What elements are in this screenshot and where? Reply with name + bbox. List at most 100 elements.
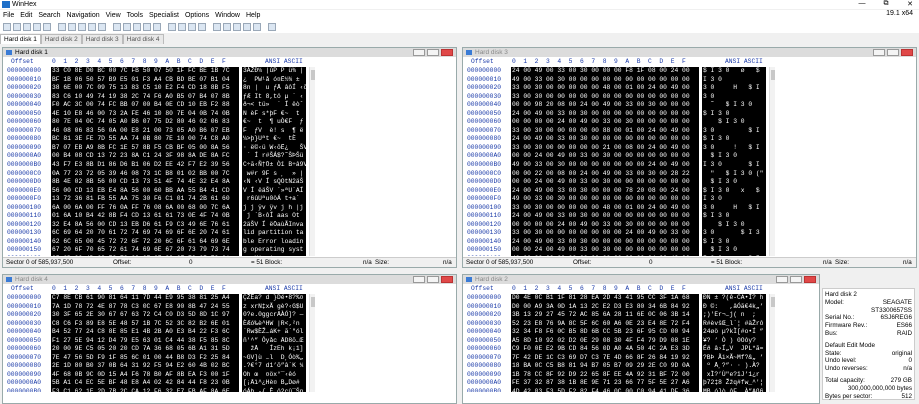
hex-column[interactable]: 24 00 49 00 33 00 30 00 00 00 F8 1F 08 0… xyxy=(511,67,699,256)
pane-close-button[interactable] xyxy=(901,49,913,56)
hex-row[interactable]: 67 20 6F 70 65 72 61 74 69 6E 67 20 73 7… xyxy=(52,246,239,255)
close-button[interactable]: ✕ xyxy=(905,0,915,8)
tab-hard-disk-1[interactable]: Hard disk 1 xyxy=(0,34,41,44)
hex-column[interactable]: 33 C0 8E D0 BC 00 7C FB 50 07 50 1F FC B… xyxy=(51,67,239,256)
menu-options[interactable]: Options xyxy=(185,12,209,19)
pane-title-bar[interactable]: Hard disk 1 xyxy=(3,48,456,57)
ansi-row[interactable]: ble Error loadin xyxy=(243,238,306,247)
ansi-row[interactable]: em Missing opera xyxy=(243,255,306,256)
ansi-row[interactable]: ñ'^” Ôyåc ÄD8õ…Œ xyxy=(243,337,306,346)
calculator-icon[interactable] xyxy=(243,23,251,31)
hex-row[interactable]: 00 00 00 00 24 00 49 00 33 00 30 00 00 0… xyxy=(512,221,699,230)
hex-row[interactable]: 7E 47 56 5D F9 1F 85 6C 01 00 44 B8 D3 F… xyxy=(52,354,239,363)
menu-edit[interactable]: Edit xyxy=(20,12,32,19)
hex-row[interactable]: 4D 42 03 F3 5D F2 82 F4 46 0C 00 C0 94 4… xyxy=(512,388,699,392)
hex-row[interactable]: 24 00 49 00 33 00 30 00 00 00 00 00 00 0… xyxy=(512,212,699,221)
ansi-row[interactable]: ð¬< tü» ´ Í ëòˆ xyxy=(243,101,306,110)
ansi-row[interactable]: ¼>þ}Uªt €~ tÈ xyxy=(243,135,306,144)
pane-minimize-button[interactable] xyxy=(413,276,425,283)
cut-icon[interactable] xyxy=(68,23,76,31)
hex-row[interactable]: 52 23 E8 76 9A 8C 5F 6C 60 A6 0E 23 E4 8… xyxy=(512,320,699,329)
paste-icon[interactable] xyxy=(88,23,96,31)
hex-column[interactable]: D0 4E 0C B1 1F 81 28 EA 2D 43 41 95 CC 3… xyxy=(511,294,699,392)
ansi-row[interactable]: ƒÆ It 8,tö µ ´ ‹ xyxy=(243,93,306,102)
hex-row[interactable]: 33 00 30 00 00 00 00 00 48 00 01 00 24 0… xyxy=(512,204,699,213)
ansi-row[interactable]: 3 0 $ I 3 xyxy=(703,229,766,238)
hex-row[interactable]: 00 00 22 00 08 00 24 00 49 00 33 00 30 0… xyxy=(512,170,699,179)
ansi-row[interactable]: $ I 3 0 xyxy=(703,238,766,247)
hex-row[interactable]: 00 B4 08 CD 13 72 23 8A C1 24 3F 98 8A D… xyxy=(52,152,239,161)
hex-row[interactable]: 00 00 98 20 08 00 24 00 49 00 33 00 30 0… xyxy=(512,101,699,110)
scroll-thumb[interactable] xyxy=(771,297,775,307)
ansi-row[interactable]: r6ûUªu0öÁ t+a` xyxy=(243,195,306,204)
ansi-row[interactable]: 3 0 $ I xyxy=(703,127,766,136)
hex-row[interactable]: 01 6A 10 B4 42 8B F4 CD 13 61 61 73 0E 4… xyxy=(52,212,239,221)
ansi-row[interactable]: $ I 3 0 xyxy=(703,178,766,187)
hex-row[interactable]: 7F 42 DE 1C C3 69 D7 C3 7E 4D 66 8F 26 8… xyxy=(512,354,699,363)
find-icon[interactable] xyxy=(113,23,121,31)
ansi-row[interactable]: w#r 9F s ¸ » | xyxy=(243,170,306,179)
hex-row[interactable]: 46 08 06 83 56 0A 00 E8 21 00 73 05 A0 B… xyxy=(52,127,239,136)
ansi-row[interactable]: " $ I 3 0 (" xyxy=(703,170,766,179)
ansi-row[interactable]: j j ÿv ÿv j h |j xyxy=(243,204,306,213)
pane-close-button[interactable] xyxy=(441,49,453,56)
hex-row[interactable]: 49 00 33 00 30 00 00 00 00 00 00 00 24 0… xyxy=(512,161,699,170)
minimize-button[interactable]: — xyxy=(857,0,867,8)
hex-row[interactable]: 5B A1 C4 EC 5E BF 48 E8 A4 02 42 84 44 F… xyxy=(52,379,239,388)
pane-title-bar[interactable]: Hard disk 2 xyxy=(463,275,819,284)
hex-row[interactable]: 00 00 24 00 49 00 33 00 30 00 00 00 00 0… xyxy=(512,152,699,161)
tab-hard-disk-2[interactable]: Hard disk 2 xyxy=(40,34,82,44)
open-icon[interactable] xyxy=(13,23,21,31)
ansi-row[interactable]: j ´B‹ôÍ aas Ot xyxy=(243,212,306,221)
hex-row[interactable]: 4E 10 E8 46 00 73 2A FE 46 10 80 7E 04 0… xyxy=(52,110,239,119)
hex-row[interactable]: 62 6C 65 00 45 72 72 6F 72 20 6C 6F 61 6… xyxy=(52,238,239,247)
hex-row[interactable]: F1 27 5E 94 12 D4 79 E5 63 01 C4 44 38 F… xyxy=(52,337,239,346)
scroll-thumb[interactable] xyxy=(771,70,775,80)
hex-row[interactable]: 49 00 33 00 30 00 00 00 00 00 00 00 00 0… xyxy=(512,76,699,85)
ansi-row[interactable]: Éð â›Í„V JPL*ã= xyxy=(703,345,766,354)
hex-row[interactable]: A5 8D 10 92 02 D2 0E 29 08 30 4F F4 79 D… xyxy=(512,337,699,346)
ansi-row[interactable]: $ I 3 0 xyxy=(703,118,766,127)
hex-row[interactable]: 83 C6 10 49 74 19 38 2C 74 F6 A0 B5 07 B… xyxy=(52,93,239,102)
ansi-row[interactable]: .?€°7 d1’õ”â`K ¼ xyxy=(243,362,306,371)
ansi-row[interactable]: $ I 3 0 x $ xyxy=(703,187,766,196)
vertical-scrollbar[interactable] xyxy=(309,294,315,392)
ansi-row[interactable]: 8n | u ƒÅ âôÍ ‹õ xyxy=(243,84,306,93)
pane-restore-button[interactable] xyxy=(790,276,802,283)
vertical-scrollbar[interactable] xyxy=(769,67,775,256)
menu-view[interactable]: View xyxy=(106,12,121,19)
hex-row[interactable]: 00 00 00 00 24 00 49 00 33 00 30 00 00 0… xyxy=(512,118,699,127)
ansi-row[interactable]: I 3 0 xyxy=(703,195,766,204)
hex-row[interactable]: 65 6D 00 4D 69 73 73 69 6E 67 20 6F 70 6… xyxy=(52,255,239,256)
sector-icon[interactable] xyxy=(198,23,206,31)
hex-row[interactable]: 3B 13 29 27 45 72 AC 85 6A 28 11 6E 0C 0… xyxy=(512,311,699,320)
hex-row[interactable]: 33 00 30 00 00 00 00 00 21 00 08 00 24 0… xyxy=(512,144,699,153)
back-icon[interactable] xyxy=(178,23,186,31)
hex-row[interactable]: C9 F0 0E E2 9B CD 84 56 0D A0 4A 50 4C 2… xyxy=(512,345,699,354)
ansi-row[interactable]: MB ó]ò‚ôF À”Aß6 xyxy=(703,388,766,392)
ansi-column[interactable]: $ I 3 0 ø $ I 3 0 3 0 H $ I 3 0 ˜ $ I 3 … xyxy=(702,67,766,256)
hex-row[interactable]: 33 00 30 00 00 00 00 00 48 00 01 00 24 0… xyxy=(512,84,699,93)
ansi-row[interactable]: $ I 3 0 ø $ xyxy=(703,67,766,76)
paste-special-icon[interactable] xyxy=(98,23,106,31)
ansi-row[interactable]: $ I 3 0 xyxy=(703,152,766,161)
ansi-row[interactable]: z xrN‡xÃ gè?‹G$U xyxy=(243,303,306,312)
ansi-row[interactable]: 24øö µ?kÌ[#o•Í ” xyxy=(703,328,766,337)
hex-row[interactable]: 32 34 F8 F6 0C B5 8D 6B CC 5B 23 6F 95 C… xyxy=(512,328,699,337)
hex-row[interactable]: B7 07 EB A9 8B FC 1E 57 8B F5 CB BF 05 0… xyxy=(52,144,239,153)
goto-icon[interactable] xyxy=(153,23,161,31)
restore-button[interactable]: ⧉ xyxy=(881,0,891,8)
pane-restore-button[interactable] xyxy=(427,276,439,283)
hex-row[interactable]: 4F 68 0B 9C 0D 15 A4 F6 78 B0 AF 8B EA F… xyxy=(52,371,239,380)
ansi-row[interactable]: 3 0 H $ I xyxy=(703,84,766,93)
new-file-icon[interactable] xyxy=(3,23,11,31)
ansi-row[interactable]: V Í ëäŠV `»ªU´AÍ xyxy=(243,187,306,196)
ansi-row[interactable]: $ I 3 0 xyxy=(703,212,766,221)
vertical-scrollbar[interactable] xyxy=(769,294,775,392)
hex-row[interactable]: 30 3F 65 2E 30 67 67 63 72 C4 C0 D3 5D 8… xyxy=(52,311,239,320)
hex-row[interactable]: 33 00 30 00 00 00 00 00 88 00 01 00 24 0… xyxy=(512,127,699,136)
hex-row[interactable]: 1B 78 CC 8F 92 D9 22 65 8F EE 4A 92 31 B… xyxy=(512,371,699,380)
forward-icon[interactable] xyxy=(188,23,196,31)
ansi-column[interactable]: ÐN ± ?(ê-CA•Ì? hÐ ©: ,âÓã€4k„’ ;)'Er¬…j( … xyxy=(702,294,766,392)
menu-file[interactable]: File xyxy=(3,12,14,19)
